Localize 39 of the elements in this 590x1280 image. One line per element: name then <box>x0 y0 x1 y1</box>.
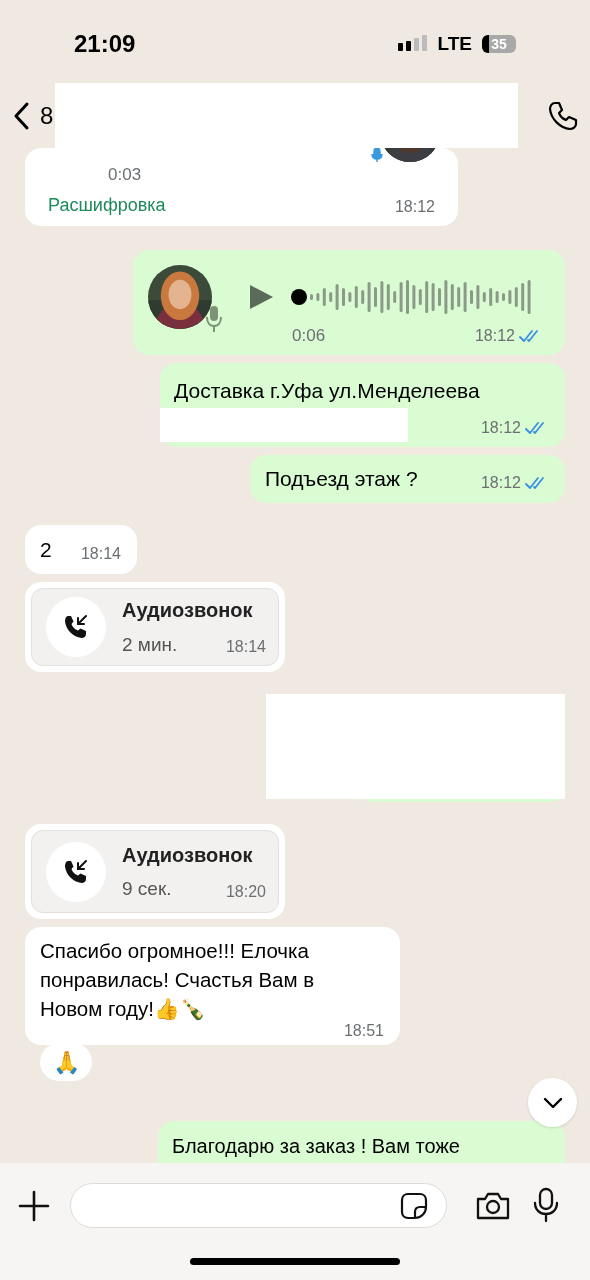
message-time: 18:14 <box>225 637 266 657</box>
microphone-icon <box>371 148 383 162</box>
play-icon[interactable] <box>248 284 274 310</box>
network-label: LTE <box>437 31 472 56</box>
incoming-call-icon <box>63 858 89 885</box>
call-title: Аудиозвонок <box>122 842 254 868</box>
message-time: 18:20 <box>225 881 266 902</box>
call-duration: 2 мин. <box>122 632 178 657</box>
message-text: Подъезд этаж ? <box>265 466 418 493</box>
call-duration: 9 сек. <box>122 877 172 901</box>
message-text: Благодарю за заказ ! Вам тоже <box>172 1134 461 1159</box>
message-text: Спасибо огромное!!! Елочка понравилась! Счастья Вам в Новом году!👍🍾 <box>40 938 316 1022</box>
message-time: 18:12 <box>474 325 515 346</box>
contact-name: 8 <box>40 101 54 131</box>
message-time: 18:12 <box>394 196 435 217</box>
incoming-call-icon <box>63 614 89 640</box>
battery-level: 35 <box>482 35 516 53</box>
voice-duration: 0:06 <box>292 325 326 347</box>
scroll-down-button[interactable] <box>528 1078 577 1127</box>
call-title: Аудиозвонок <box>122 598 254 623</box>
microphone-icon[interactable] <box>533 1187 559 1223</box>
camera-icon[interactable] <box>475 1191 511 1221</box>
message-text: 2 <box>40 536 52 563</box>
message-input-field[interactable] <box>70 1183 447 1228</box>
signal-icon <box>397 35 428 53</box>
reaction-badge: 🙏 <box>40 1043 92 1081</box>
sticker-icon <box>400 1191 428 1220</box>
message-time: 18:12 <box>480 418 521 438</box>
microphone-icon <box>206 305 222 333</box>
phone-icon[interactable] <box>548 101 578 131</box>
message-time: 18:51 <box>343 1021 384 1041</box>
clock-time: 21:09 <box>74 29 136 59</box>
voice-duration: 0:03 <box>107 164 143 186</box>
message-time: 18:14 <box>80 543 121 564</box>
transcript-link[interactable]: Расшифровка <box>48 191 166 219</box>
message-text: Доставка г.Уфа ул.Менделеева <box>174 378 481 404</box>
plus-icon[interactable] <box>18 1190 50 1222</box>
message-time: 18:12 <box>480 473 521 493</box>
chevron-down-icon <box>542 1096 563 1109</box>
